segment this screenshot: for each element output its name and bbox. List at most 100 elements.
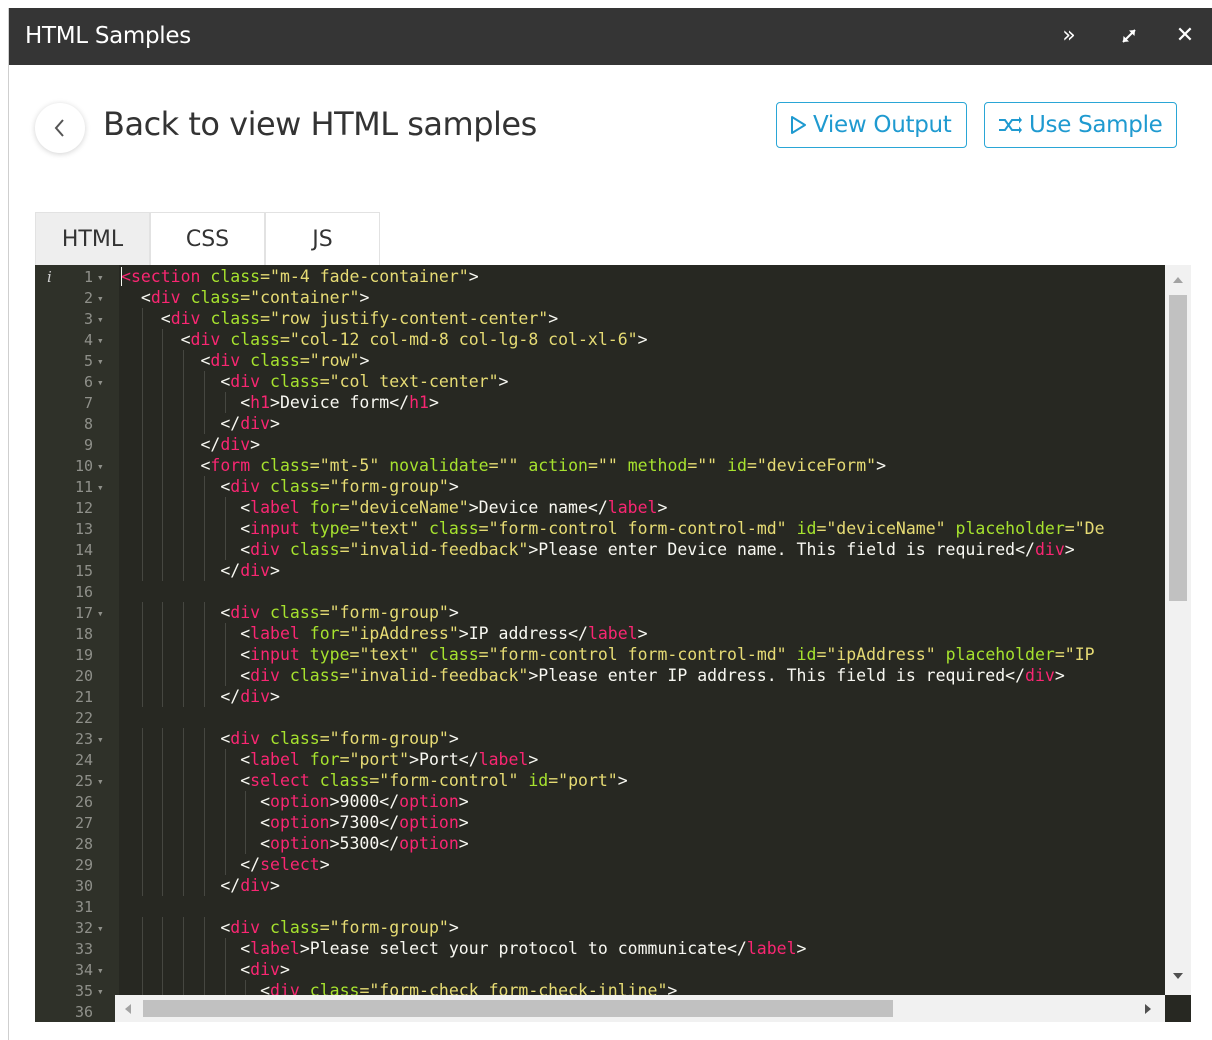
fold-arrow-icon[interactable]: ▾ — [97, 376, 104, 389]
code-token: type — [309, 645, 350, 664]
indent-guide — [142, 497, 143, 518]
code-token: ="form-group" — [319, 729, 449, 748]
code-token: > — [667, 981, 678, 995]
code-token: label — [746, 939, 797, 958]
view-output-button[interactable]: View Output — [776, 102, 967, 148]
indent-guide — [183, 476, 184, 497]
close-icon[interactable]: ✕ — [1171, 22, 1199, 50]
scroll-down-arrow-icon[interactable] — [1173, 973, 1183, 979]
code-token: ="De — [1064, 519, 1105, 538]
code-token: </ — [220, 687, 241, 706]
indent-guide — [142, 434, 143, 455]
code-token: </ — [240, 855, 261, 874]
line-number: 11 — [74, 478, 93, 496]
fold-arrow-icon[interactable]: ▾ — [97, 460, 104, 473]
code-token: > — [637, 330, 648, 349]
back-button[interactable] — [35, 103, 85, 153]
use-sample-button[interactable]: Use Sample — [984, 102, 1177, 148]
indent-guide — [225, 959, 226, 980]
code-token: div — [240, 876, 271, 895]
code-token: < — [260, 813, 271, 832]
code-token: ="form-check form-check-inline" — [359, 981, 668, 995]
code-token: > — [448, 918, 459, 937]
tab-html[interactable]: HTML — [35, 212, 150, 265]
indent-guide — [245, 812, 246, 833]
code-token: ="text" — [349, 645, 429, 664]
code-token: > — [498, 372, 509, 391]
vertical-scroll-thumb[interactable] — [1169, 295, 1187, 601]
code-token: class — [210, 267, 261, 286]
code-token: > — [458, 834, 469, 853]
scroll-right-arrow-icon[interactable] — [1145, 1004, 1151, 1014]
scroll-left-arrow-icon[interactable] — [125, 1004, 131, 1014]
indent-guide — [142, 980, 143, 995]
code-token: for — [309, 498, 340, 517]
fold-arrow-icon[interactable]: ▾ — [97, 481, 104, 494]
fold-arrow-icon[interactable]: ▾ — [97, 355, 104, 368]
code-token: select — [250, 771, 320, 790]
code-token: label — [250, 750, 310, 769]
fold-arrow-icon[interactable]: ▾ — [97, 985, 104, 998]
indent-guide — [162, 455, 163, 476]
code-token: class — [429, 519, 479, 538]
indent-guide — [204, 770, 205, 791]
code-token: ="" — [687, 456, 728, 475]
code-token: >7300</ — [329, 813, 400, 832]
indent-guide — [162, 371, 163, 392]
indent-guide — [225, 770, 226, 791]
indent-guide — [162, 434, 163, 455]
code-token: for — [309, 750, 340, 769]
code-token: < — [260, 792, 271, 811]
code-token: class — [270, 372, 320, 391]
tab-js[interactable]: JS — [265, 212, 380, 265]
code-token: option — [399, 792, 459, 811]
play-icon — [791, 116, 806, 134]
indent-guide — [183, 539, 184, 560]
indent-guide — [142, 623, 143, 644]
fold-arrow-icon[interactable]: ▾ — [97, 313, 104, 326]
code-line: <div class="form-group"> — [121, 602, 458, 623]
code-token: div — [230, 372, 271, 391]
fold-arrow-icon[interactable]: ▾ — [97, 733, 104, 746]
fold-arrow-icon[interactable]: ▾ — [97, 271, 104, 284]
resize-icon[interactable] — [1115, 22, 1143, 50]
horizontal-scrollbar[interactable] — [115, 995, 1165, 1022]
code-token: id — [528, 771, 549, 790]
indent-guide — [162, 686, 163, 707]
code-area[interactable]: <section class="m-4 fade-container"> <di… — [121, 265, 1165, 995]
indent-guide — [162, 812, 163, 833]
fold-arrow-icon[interactable]: ▾ — [97, 922, 104, 935]
code-token: < — [240, 645, 251, 664]
fold-arrow-icon[interactable]: ▾ — [97, 964, 104, 977]
code-token: option — [270, 792, 330, 811]
line-number: 35 — [74, 982, 93, 1000]
tab-css[interactable]: CSS — [150, 212, 265, 265]
line-number: 29 — [74, 856, 93, 874]
code-token: < — [240, 750, 251, 769]
indent-guide — [204, 371, 205, 392]
code-token: < — [200, 351, 211, 370]
indent-guide — [204, 833, 205, 854]
indent-guide — [183, 497, 184, 518]
indent-guide — [183, 854, 184, 875]
code-line: <label for="ipAddress">IP address</label… — [121, 623, 647, 644]
fold-arrow-icon[interactable]: ▾ — [97, 607, 104, 620]
fold-arrow-icon[interactable]: ▾ — [97, 334, 104, 347]
scroll-up-arrow-icon[interactable] — [1173, 277, 1183, 283]
code-token: div — [220, 435, 251, 454]
fold-arrow-icon[interactable]: ▾ — [97, 775, 104, 788]
code-token: </ — [220, 876, 241, 895]
line-number: 26 — [74, 793, 93, 811]
code-editor[interactable]: i 1 ▾ 2 ▾ 3 ▾ 4 ▾ 5 ▾ 6 ▾ 7 8 9 10 ▾ 11 ▾ 12 13 14 15 16 17 ▾ 18 19… — [35, 265, 1191, 1022]
expand-icon[interactable]: » — [1055, 22, 1083, 50]
code-token: class — [429, 645, 479, 664]
scrollbar-corner — [1165, 995, 1191, 1022]
vertical-scrollbar[interactable] — [1165, 265, 1191, 995]
code-token: >Device name</ — [468, 498, 608, 517]
horizontal-scroll-thumb[interactable] — [143, 1000, 893, 1017]
indent-guide — [225, 539, 226, 560]
fold-arrow-icon[interactable]: ▾ — [97, 292, 104, 305]
code-token: > — [1054, 666, 1065, 685]
